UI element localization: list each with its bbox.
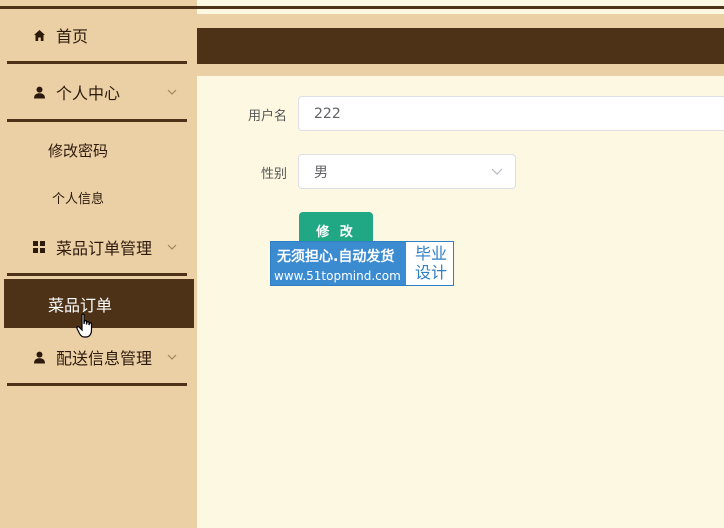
user-icon [32,350,46,364]
watermark-slogan: 无须担心.自动发货 [277,249,395,265]
watermark-right: 毕业 设计 [410,244,452,282]
watermark-right-line1: 毕业 [414,244,447,263]
username-label: 用户名 [247,109,287,124]
user-icon [32,85,46,99]
main-header-bar [197,28,724,64]
sidebar-item-order-management[interactable]: 菜品订单管理 [0,230,197,264]
username-value: 222 [314,105,341,122]
watermark-left: 无须担心.自动发货 www.51topmind.com [271,242,406,285]
watermark-banner: 无须担心.自动发货 www.51topmind.com 毕业 设计 [270,241,454,286]
sidebar-item-label: 菜品订单管理 [56,239,153,258]
sidebar-item-label: 配送信息管理 [56,349,153,368]
grid-icon [32,240,46,254]
sidebar-item-change-password[interactable]: 修改密码 [48,140,168,161]
divider [7,119,187,122]
divider [7,273,187,276]
sidebar-item-personal-info[interactable]: 个人信息 [52,188,172,207]
chevron-down-icon [167,89,177,95]
chevron-down-icon [491,168,503,175]
watermark-url: www.51topmind.com [274,269,401,283]
top-border [0,6,724,9]
sidebar-item-label: 菜品订单 [48,295,113,315]
sidebar-item-personal-center[interactable]: 个人中心 [0,75,197,109]
gender-select[interactable]: 男 [298,154,516,189]
chevron-down-icon [167,354,177,360]
username-input[interactable]: 222 [298,96,724,131]
sidebar-item-home[interactable]: 首页 [0,18,197,52]
home-icon [32,28,46,42]
sidebar-item-dish-orders[interactable]: 菜品订单 [4,279,194,328]
gender-label: 性别 [260,167,287,182]
gender-value: 男 [314,164,328,181]
hand-cursor-icon [76,313,93,338]
sidebar-item-label: 个人中心 [56,84,121,103]
divider [7,61,187,64]
sidebar-item-label: 首页 [56,27,89,46]
divider [7,383,187,386]
watermark-right-line2: 设计 [414,263,447,282]
chevron-down-icon [167,244,177,250]
sidebar-item-delivery-management[interactable]: 配送信息管理 [0,340,197,374]
